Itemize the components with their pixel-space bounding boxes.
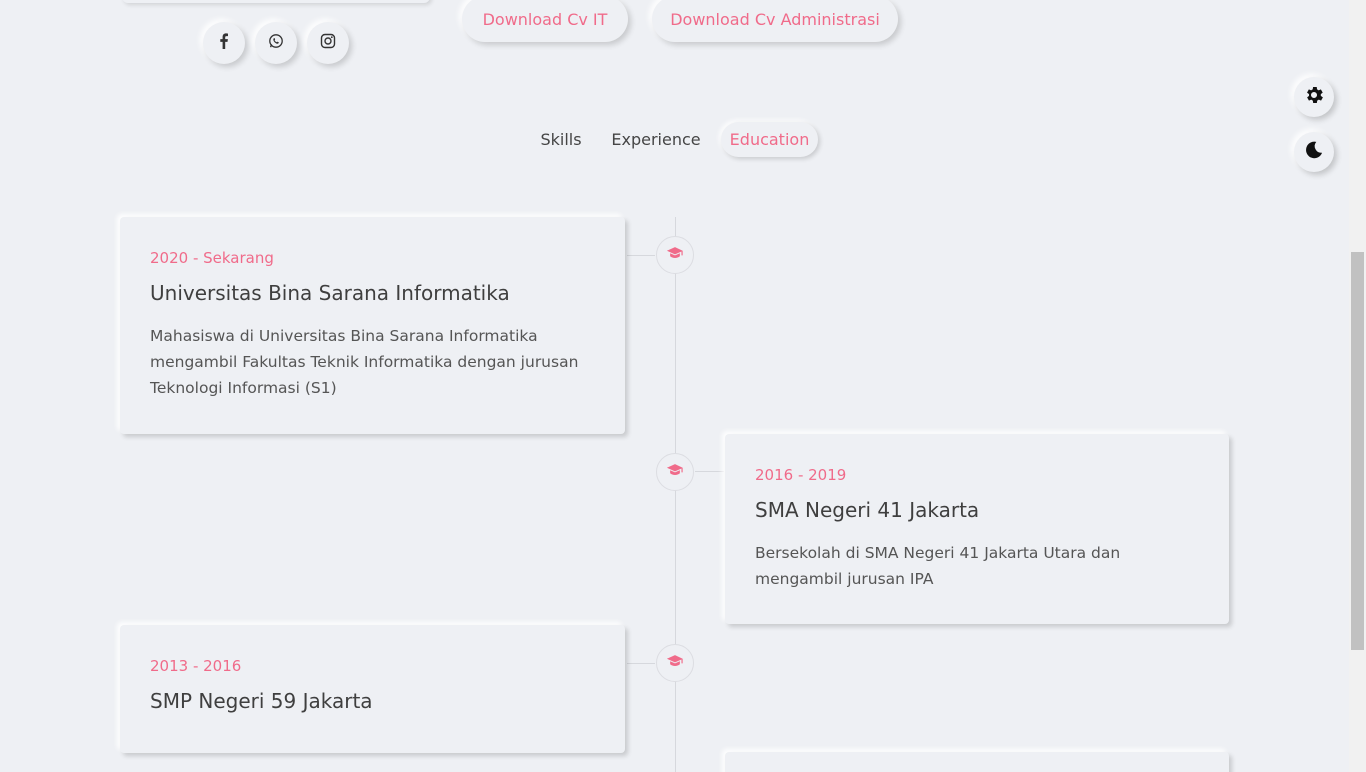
- education-card: 2020 - Sekarang Universitas Bina Sarana …: [120, 217, 625, 434]
- settings-button[interactable]: [1294, 77, 1334, 117]
- download-cv-administrasi-button[interactable]: Download Cv Administrasi: [652, 0, 898, 42]
- theme-toggle-button[interactable]: [1294, 132, 1334, 172]
- instagram-icon: [320, 33, 336, 53]
- gear-icon: [1303, 84, 1325, 110]
- education-card: 2013 - 2016 SMP Negeri 59 Jakarta: [120, 625, 625, 753]
- facebook-button[interactable]: [203, 22, 245, 64]
- education-card: 2016 - 2019 SMA Negeri 41 Jakarta Bersek…: [725, 434, 1229, 624]
- graduation-cap-icon: [666, 461, 684, 483]
- whatsapp-icon: [268, 33, 284, 53]
- timeline-connector: [627, 255, 655, 256]
- download-cv-it-button[interactable]: Download Cv IT: [462, 0, 628, 42]
- education-period: 2016 - 2019: [755, 466, 847, 484]
- timeline-node: [656, 453, 694, 491]
- timeline-line: [675, 217, 676, 772]
- tab-experience[interactable]: Experience: [604, 122, 708, 157]
- profile-card: [122, 0, 430, 3]
- education-school: SMP Negeri 59 Jakarta: [150, 689, 373, 713]
- moon-icon: [1303, 139, 1325, 165]
- timeline-connector: [695, 471, 724, 472]
- education-school: SMA Negeri 41 Jakarta: [755, 498, 980, 522]
- tab-education[interactable]: Education: [721, 122, 818, 157]
- education-period: 2020 - Sekarang: [150, 249, 274, 267]
- facebook-icon: [216, 33, 232, 53]
- education-school: Universitas Bina Sarana Informatika: [150, 281, 510, 305]
- graduation-cap-icon: [666, 652, 684, 674]
- education-description: Bersekolah di SMA Negeri 41 Jakarta Utar…: [755, 544, 1121, 588]
- tab-skills[interactable]: Skills: [531, 122, 591, 157]
- education-description: Mahasiswa di Universitas Bina Sarana Inf…: [150, 327, 579, 397]
- whatsapp-button[interactable]: [255, 22, 297, 64]
- education-period: 2013 - 2016: [150, 657, 242, 675]
- timeline-node: [656, 644, 694, 682]
- education-card: [725, 752, 1229, 772]
- instagram-button[interactable]: [307, 22, 349, 64]
- timeline-connector: [627, 663, 655, 664]
- portfolio-page: Download Cv IT Download Cv Administrasi …: [0, 0, 1366, 772]
- timeline-node: [656, 236, 694, 274]
- graduation-cap-icon: [666, 244, 684, 266]
- scrollbar-thumb[interactable]: [1351, 252, 1364, 650]
